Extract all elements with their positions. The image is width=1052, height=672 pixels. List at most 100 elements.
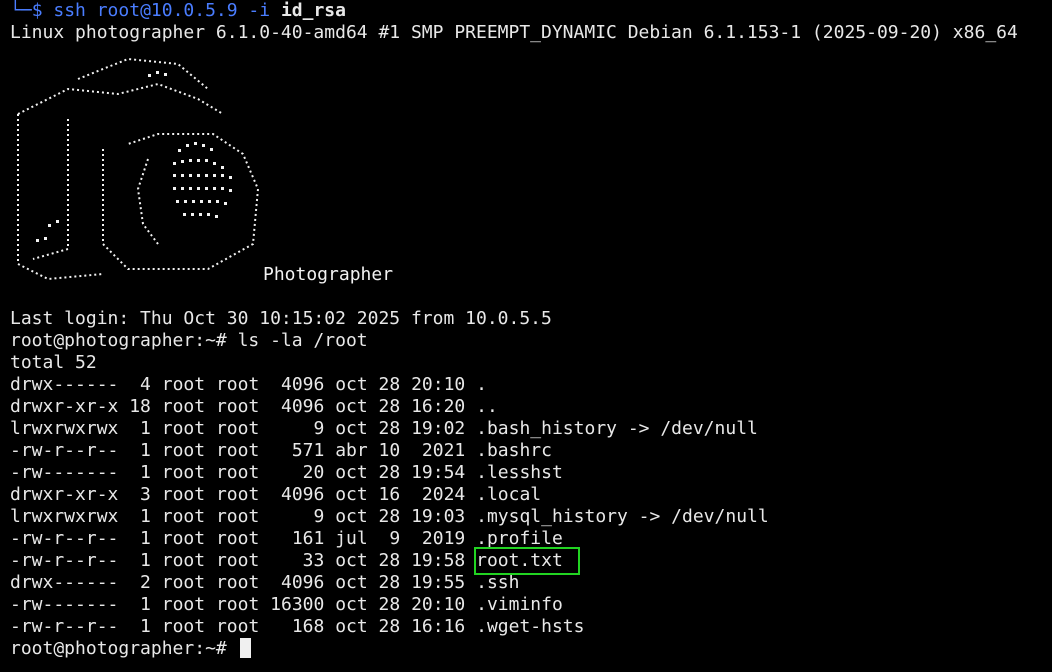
- listing-links: 1: [129, 528, 151, 549]
- listing-owner: root: [161, 550, 206, 571]
- listing-group: root: [215, 396, 260, 417]
- listing-month: jul: [335, 528, 368, 549]
- listing-name: ..: [476, 396, 498, 417]
- listing-owner: root: [161, 594, 206, 615]
- root-txt-highlight-box: [474, 547, 580, 575]
- listing-month: oct: [335, 550, 368, 571]
- listing-size: 168: [270, 616, 325, 637]
- listing-month: oct: [335, 374, 368, 395]
- listing-month: oct: [335, 484, 368, 505]
- listing-row: lrwxrwxrwx 1 root root 9 oct 28 19:02 .b…: [10, 418, 758, 440]
- listing-time: 16:20: [411, 396, 466, 417]
- listing-day: 28: [378, 616, 401, 637]
- listing-time: 16:16: [411, 616, 466, 637]
- listing-size: 4096: [270, 396, 325, 417]
- ssh-command-line: └─$ ssh root@10.0.5.9 -i id_rsa: [10, 0, 346, 22]
- listing-links: 1: [129, 594, 151, 615]
- listing-month: oct: [335, 616, 368, 637]
- listing-owner: root: [161, 616, 206, 637]
- listing-row: drwxr-xr-x 18 root root 4096 oct 28 16:2…: [10, 396, 498, 418]
- listing-time: 2021: [411, 440, 466, 461]
- prompt-dollar: $: [31, 0, 43, 21]
- prompt-corner: └─: [10, 0, 32, 21]
- text-cursor: [239, 638, 251, 658]
- listing-time: 20:10: [411, 594, 466, 615]
- listing-day: 10: [378, 440, 401, 461]
- listing-perms: drwxr-xr-x: [10, 484, 119, 505]
- listing-month: oct: [335, 572, 368, 593]
- ls-command-line: root@photographer:~# ls -la /root: [10, 330, 368, 351]
- listing-links: 3: [129, 484, 151, 505]
- listing-size: 4096: [270, 572, 325, 593]
- listing-owner: root: [161, 440, 206, 461]
- listing-day: 28: [378, 572, 401, 593]
- kernel-banner-line: Linux photographer 6.1.0-40-amd64 #1 SMP…: [10, 22, 1018, 43]
- listing-day: 28: [378, 396, 401, 417]
- listing-perms: drwxr-xr-x: [10, 396, 119, 417]
- listing-size: 571: [270, 440, 325, 461]
- listing-owner: root: [161, 506, 206, 527]
- listing-row: -rw------- 1 root root 20 oct 28 19:54 .…: [10, 462, 563, 484]
- listing-name: .ssh: [476, 572, 520, 593]
- listing-time: 19:58: [411, 550, 466, 571]
- listing-row: drwx------ 4 root root 4096 oct 28 20:10…: [10, 374, 487, 396]
- listing-name: .bash_history -> /dev/null: [476, 418, 758, 439]
- final-prompt-line[interactable]: root@photographer:~#: [10, 638, 251, 660]
- listing-day: 9: [378, 528, 401, 549]
- final-prompt-text: root@photographer:~#: [10, 638, 238, 659]
- listing-month: oct: [335, 462, 368, 483]
- listing-owner: root: [161, 374, 206, 395]
- listing-time: 19:55: [411, 572, 466, 593]
- camera-ascii-art-logo: [17, 57, 260, 281]
- listing-name: .wget-hsts: [476, 616, 585, 637]
- listing-owner: root: [161, 396, 206, 417]
- listing-time: 19:54: [411, 462, 466, 483]
- listing-time: 2024: [411, 484, 466, 505]
- listing-perms: -rw-r--r--: [10, 550, 119, 571]
- listing-perms: -rw-r--r--: [10, 528, 119, 549]
- listing-day: 16: [378, 484, 401, 505]
- listing-name: .: [476, 374, 487, 395]
- listing-links: 4: [129, 374, 151, 395]
- listing-group: root: [215, 440, 260, 461]
- listing-group: root: [215, 374, 260, 395]
- listing-group: root: [215, 594, 260, 615]
- listing-time: 19:02: [411, 418, 466, 439]
- listing-size: 4096: [270, 374, 325, 395]
- listing-links: 1: [129, 550, 151, 571]
- listing-row: drwxr-xr-x 3 root root 4096 oct 16 2024 …: [10, 484, 541, 506]
- listing-name: .lesshst: [476, 462, 563, 483]
- listing-name: .bashrc: [476, 440, 552, 461]
- listing-owner: root: [161, 528, 206, 549]
- listing-row: -rw-r--r-- 1 root root 571 abr 10 2021 .…: [10, 440, 552, 462]
- listing-links: 2: [129, 572, 151, 593]
- listing-links: 1: [129, 418, 151, 439]
- ssh-command-text: ssh root@10.0.5.9 -i: [42, 0, 281, 21]
- listing-perms: -rw-r--r--: [10, 440, 119, 461]
- listing-month: oct: [335, 418, 368, 439]
- listing-group: root: [215, 484, 260, 505]
- listing-size: 20: [270, 462, 325, 483]
- listing-size: 161: [270, 528, 325, 549]
- listing-name: .local: [476, 484, 542, 505]
- listing-day: 28: [378, 462, 401, 483]
- listing-perms: -rw-------: [10, 594, 119, 615]
- ls-total-line: total 52: [10, 352, 97, 373]
- listing-time: 20:10: [411, 374, 466, 395]
- listing-owner: root: [161, 418, 206, 439]
- listing-size: 33: [270, 550, 325, 571]
- listing-group: root: [215, 550, 260, 571]
- listing-group: root: [215, 418, 260, 439]
- listing-row: -rw------- 1 root root 16300 oct 28 20:1…: [10, 594, 563, 616]
- ssh-key-arg: id_rsa: [280, 0, 346, 21]
- listing-links: 18: [129, 396, 151, 417]
- listing-row: drwx------ 2 root root 4096 oct 28 19:55…: [10, 572, 519, 594]
- terminal-window[interactable]: └─$ ssh root@10.0.5.9 -i id_rsa Linux ph…: [0, 0, 1052, 672]
- listing-size: 16300: [270, 594, 325, 615]
- listing-size: 9: [270, 418, 325, 439]
- listing-name: .mysql_history -> /dev/null: [476, 506, 769, 527]
- listing-time: 19:03: [411, 506, 466, 527]
- listing-owner: root: [161, 484, 206, 505]
- listing-group: root: [215, 616, 260, 637]
- listing-perms: drwx------: [10, 572, 119, 593]
